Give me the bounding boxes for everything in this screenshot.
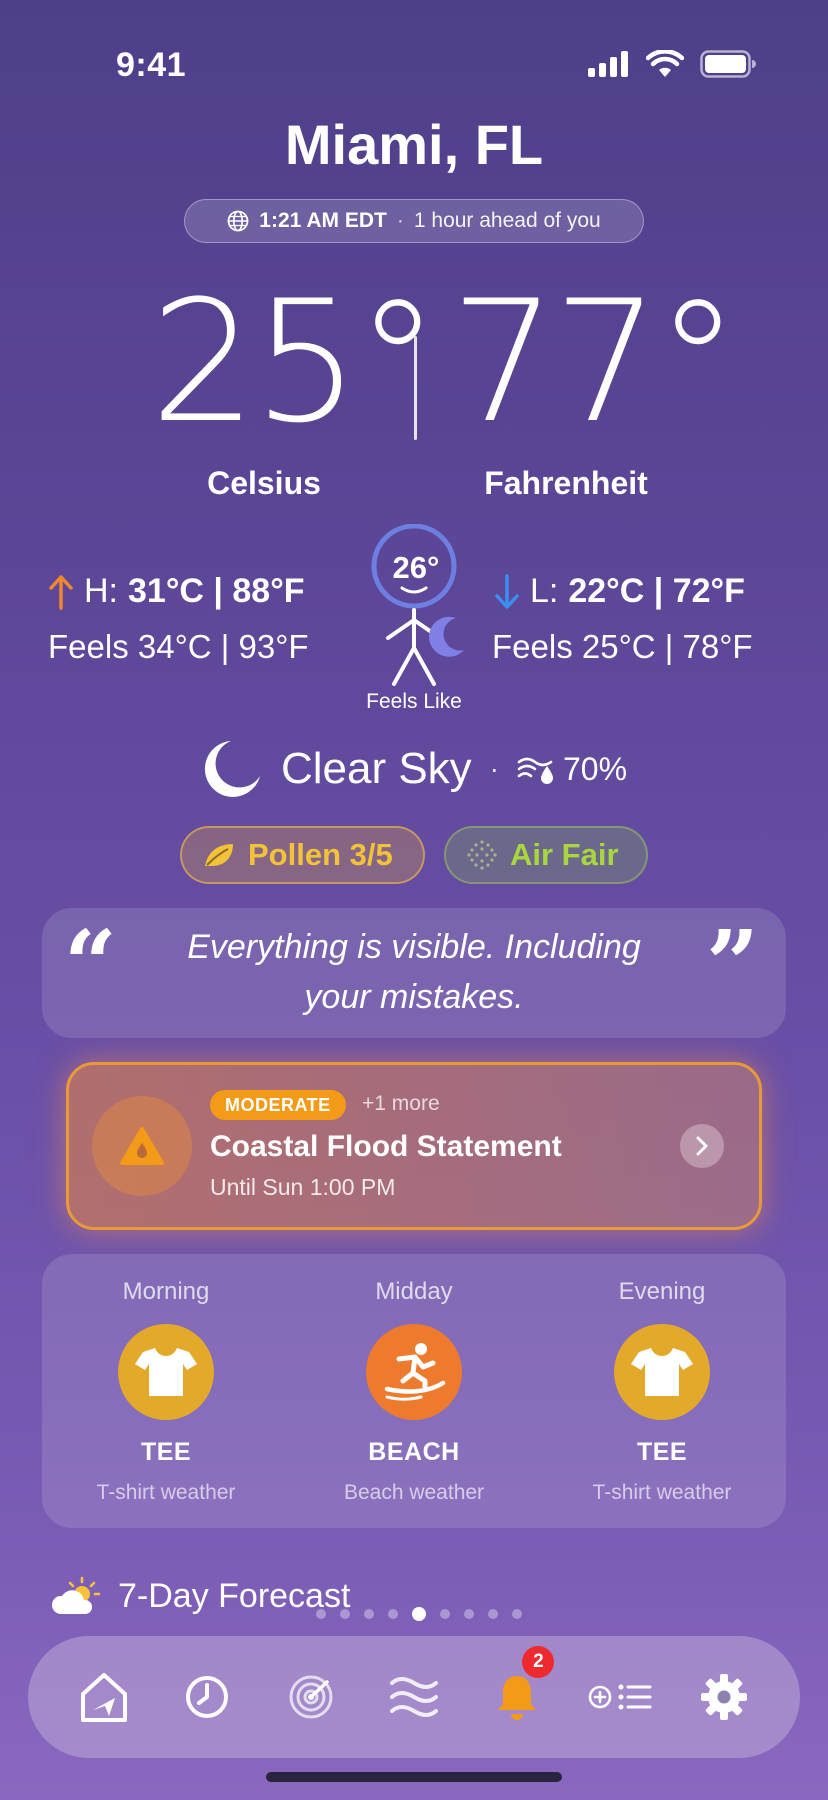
status-icons [588, 50, 756, 78]
city-title[interactable]: Miami, FL [0, 112, 828, 177]
feels-like-value: 26° [393, 550, 440, 585]
outfit-name: TEE [140, 1438, 192, 1466]
air-label: Air Fair [510, 837, 619, 872]
humidity-icon [517, 757, 553, 784]
alert-title: Coastal Flood Statement [210, 1130, 562, 1163]
pollen-pill[interactable]: Pollen 3/5 [180, 826, 425, 884]
clock-icon [186, 1676, 229, 1718]
condition-row: Clear Sky · 70% [0, 738, 828, 800]
alert-until: Until Sun 1:00 PM [210, 1174, 396, 1200]
air-quality-pill[interactable]: Air Fair [444, 826, 648, 884]
add-list-icon [588, 1684, 652, 1710]
local-time: 1:21 AM EDT [259, 209, 387, 232]
bell-icon [498, 1676, 537, 1720]
humidity: 70% [517, 751, 627, 788]
moon-icon [204, 741, 260, 797]
condition-text: Clear Sky [280, 744, 472, 793]
tab-radar[interactable] [274, 1660, 348, 1734]
quote-open-mark: “ [64, 910, 117, 1018]
globe-icon [227, 210, 249, 232]
feels-like-caption: Feels Like [366, 690, 462, 713]
temp-celsius: 25° [150, 264, 440, 460]
tab-hourly[interactable] [170, 1660, 244, 1734]
tshirt-icon [118, 1324, 214, 1420]
outfit-desc: T-shirt weather [96, 1481, 236, 1504]
outfit-name: TEE [636, 1438, 688, 1466]
low-temp: L: 22°C | 72°F [494, 572, 745, 611]
outfit-period: Evening [618, 1278, 706, 1305]
notification-badge: 2 [522, 1646, 555, 1678]
arrow-down-icon [495, 573, 519, 609]
humidity-value: 70% [563, 750, 628, 787]
low-prefix: L: [530, 572, 559, 610]
page-dot[interactable] [340, 1609, 350, 1619]
fahrenheit-label: Fahrenheit [484, 465, 648, 501]
page-dot[interactable] [412, 1607, 426, 1621]
battery-icon [700, 50, 756, 78]
page-dot[interactable] [464, 1609, 474, 1619]
low-feels: Feels 25°C | 78°F [492, 628, 753, 665]
time-offset: 1 hour ahead of you [413, 209, 601, 232]
local-time-pill: 1:21 AM EDT · 1 hour ahead of you [184, 199, 644, 243]
arrow-up-icon [49, 574, 73, 610]
warning-icon [120, 1127, 164, 1165]
outfit-name: BEACH [368, 1438, 460, 1466]
page-dot[interactable] [364, 1609, 374, 1619]
page-dot[interactable] [440, 1609, 450, 1619]
high-prefix: H: [84, 572, 118, 610]
cellular-signal-icon [588, 51, 628, 77]
partly-cloudy-icon [51, 1576, 101, 1614]
gear-icon [701, 1674, 748, 1720]
high-feels: Feels 34°C | 93°F [48, 628, 309, 665]
home-location-icon [80, 1673, 127, 1722]
home-indicator [266, 1772, 562, 1782]
tab-waves[interactable] [377, 1660, 451, 1734]
alert-severity-badge: MODERATE [210, 1090, 346, 1120]
high-value: 31°C | 88°F [128, 572, 305, 610]
low-value: 22°C | 72°F [568, 572, 745, 610]
separator: · [396, 209, 404, 232]
outfit-desc: Beach weather [343, 1481, 485, 1504]
leaf-icon [205, 844, 233, 866]
outfit-evening[interactable]: Evening TEE T-shirt weather [542, 1278, 782, 1505]
temp-divider [414, 336, 417, 440]
tshirt-icon [614, 1324, 710, 1420]
alert-more[interactable]: +1 more [362, 1092, 440, 1116]
outfit-period: Midday [375, 1278, 453, 1305]
separator: · [489, 753, 499, 784]
status-time: 9:41 [116, 46, 187, 84]
outfit-midday[interactable]: Midday BEACH Beach weather [294, 1278, 534, 1505]
air-dots-icon [467, 840, 497, 870]
surfer-icon [366, 1324, 462, 1420]
page-dot[interactable] [512, 1609, 522, 1619]
outfit-desc: T-shirt weather [592, 1481, 732, 1504]
page-dot[interactable] [316, 1609, 326, 1619]
pollen-label: Pollen 3/5 [248, 837, 393, 872]
high-temp: H: 31°C | 88°F [48, 572, 305, 611]
quote-close-mark: ” [706, 910, 759, 1018]
chevron-right-icon[interactable] [680, 1124, 724, 1168]
tab-alerts[interactable]: 2 [480, 1646, 555, 1734]
tab-bar: 2 [28, 1636, 800, 1758]
quote-text: Everything is visible. Including your mi… [187, 928, 641, 1016]
tab-locations[interactable] [584, 1660, 658, 1734]
outfit-morning[interactable]: Morning TEE T-shirt weather [46, 1278, 286, 1505]
page-dot[interactable] [388, 1609, 398, 1619]
tab-home[interactable] [67, 1660, 141, 1734]
alert-icon-wrap [92, 1096, 192, 1196]
tab-settings[interactable] [687, 1660, 761, 1734]
celsius-label: Celsius [207, 465, 321, 501]
radar-icon [289, 1675, 333, 1719]
page-indicator[interactable] [316, 1607, 522, 1621]
temp-fahrenheit: 77° [450, 264, 740, 460]
waves-icon [389, 1677, 438, 1717]
forecast-header[interactable]: 7-Day Forecast [50, 1576, 350, 1616]
outfit-period: Morning [122, 1278, 210, 1305]
wifi-icon [646, 50, 684, 77]
feels-like-figure: 26° [371, 524, 464, 686]
page-dot[interactable] [488, 1609, 498, 1619]
